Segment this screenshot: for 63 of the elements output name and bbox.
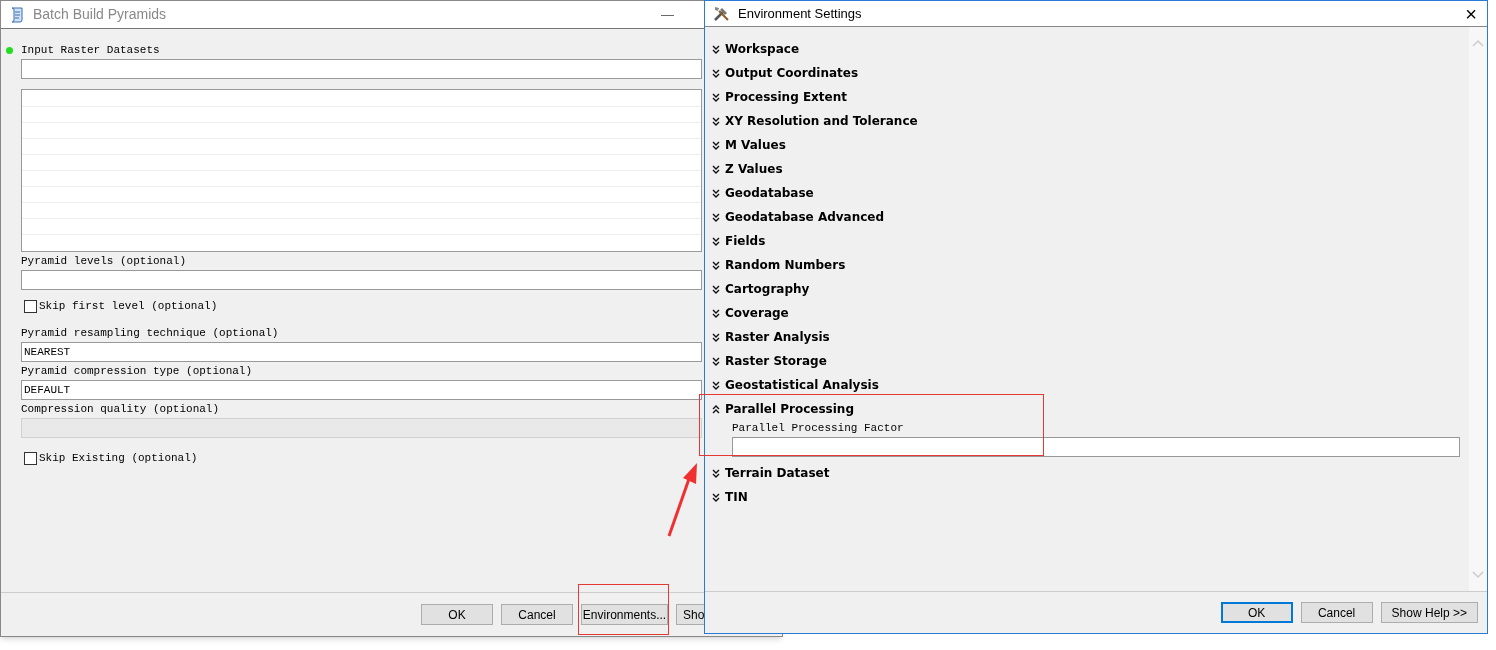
button[interactable]: OK <box>1220 602 1293 623</box>
button[interactable]: Show Help >> <box>1380 602 1478 623</box>
section-header[interactable]: Cartography <box>725 280 810 298</box>
tools-icon <box>713 5 730 22</box>
button[interactable]: Cancel <box>501 604 573 625</box>
expand-icon[interactable] <box>712 212 720 222</box>
expand-icon[interactable] <box>712 68 720 78</box>
section-header[interactable]: Fields <box>725 232 766 250</box>
checkbox-label: Skip first level (optional) <box>39 298 218 314</box>
section-header[interactable]: Random Numbers <box>725 256 846 274</box>
field-label: Pyramid levels (optional) <box>21 253 187 269</box>
section-header[interactable]: Terrain Dataset <box>725 464 830 482</box>
section-header[interactable]: Geodatabase Advanced <box>725 208 885 226</box>
section-header[interactable]: Geodatabase <box>725 184 814 202</box>
section-header[interactable]: Raster Storage <box>725 352 827 370</box>
section-header[interactable]: M Values <box>725 136 786 154</box>
checkbox[interactable] <box>24 299 37 313</box>
section-header[interactable]: Coverage <box>725 304 789 322</box>
section-header[interactable]: Output Coordinates <box>725 64 859 82</box>
expand-icon[interactable] <box>712 308 720 318</box>
checkbox-label: Skip Existing (optional) <box>39 450 198 466</box>
collapse-icon[interactable] <box>712 404 720 414</box>
expand-icon[interactable] <box>712 140 720 150</box>
section-header[interactable]: Workspace <box>725 40 800 58</box>
button[interactable]: Cancel <box>1300 602 1373 623</box>
expand-icon[interactable] <box>712 332 720 342</box>
minimize-button[interactable]: — <box>661 4 674 25</box>
input-field[interactable]: DEFAULT <box>21 380 702 400</box>
expand-icon[interactable] <box>712 164 720 174</box>
section-header[interactable]: Parallel Processing <box>725 400 854 418</box>
expand-icon[interactable] <box>712 492 720 502</box>
field-label: Input Raster Datasets <box>21 42 160 58</box>
window-title: Batch Build Pyramids <box>33 5 167 24</box>
field-label: Pyramid resampling technique (optional) <box>21 325 279 341</box>
section-header[interactable]: TIN <box>725 488 748 506</box>
scroll-icon <box>9 5 25 24</box>
section-header[interactable]: Geostatistical Analysis <box>725 376 879 394</box>
section-header[interactable]: Z Values <box>725 160 783 178</box>
input-field[interactable] <box>732 437 1460 457</box>
field-label: Pyramid compression type (optional) <box>21 363 253 379</box>
input-field[interactable]: NEAREST <box>21 342 702 362</box>
field-label: Parallel Processing Factor <box>732 421 905 435</box>
section-header[interactable]: XY Resolution and Tolerance <box>725 112 918 130</box>
expand-icon[interactable] <box>712 284 720 294</box>
section-header[interactable]: Processing Extent <box>725 88 847 106</box>
close-button[interactable]: × <box>1465 3 1477 24</box>
input-field[interactable] <box>21 59 702 79</box>
checkbox[interactable] <box>24 451 37 465</box>
window-title: Environment Settings <box>738 4 862 23</box>
expand-icon[interactable] <box>712 116 720 126</box>
expand-icon[interactable] <box>712 188 720 198</box>
expand-icon[interactable] <box>712 260 720 270</box>
field-label: Compression quality (optional) <box>21 401 220 417</box>
button[interactable]: OK <box>421 604 493 625</box>
expand-icon[interactable] <box>712 92 720 102</box>
input-field[interactable] <box>21 270 702 290</box>
button[interactable]: Environments... <box>581 604 668 625</box>
expand-icon[interactable] <box>712 356 720 366</box>
section-header[interactable]: Raster Analysis <box>725 328 830 346</box>
expand-icon[interactable] <box>712 380 720 390</box>
expand-icon[interactable] <box>712 236 720 246</box>
expand-icon[interactable] <box>712 44 720 54</box>
expand-icon[interactable] <box>712 468 720 478</box>
